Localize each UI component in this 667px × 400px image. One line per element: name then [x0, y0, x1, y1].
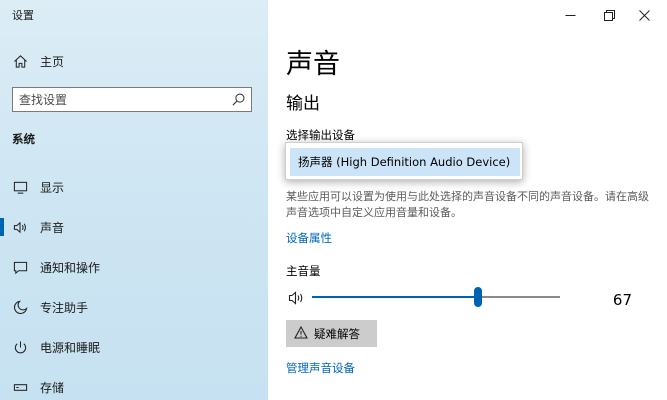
moon-icon — [12, 299, 28, 315]
search-icon[interactable] — [231, 92, 246, 107]
troubleshoot-button[interactable]: 疑难解答 — [286, 320, 377, 347]
sidebar-item-label: 通知和操作 — [40, 260, 101, 275]
volume-slider[interactable] — [312, 286, 562, 308]
search-input[interactable] — [13, 89, 213, 110]
sidebar-item-label: 存储 — [40, 380, 65, 395]
page-title: 声音 — [286, 49, 340, 80]
volume-icon[interactable] — [288, 290, 306, 306]
slider-thumb[interactable] — [474, 287, 483, 307]
sidebar-item-focus-assist[interactable]: 专注助手 — [0, 292, 268, 322]
sidebar-item-label: 电源和睡眠 — [40, 340, 101, 355]
sidebar-item-label: 专注助手 — [40, 300, 89, 315]
output-section-title: 输出 — [286, 94, 320, 114]
output-description: 某些应用可以设置为使用与此处选择的声音设备不同的声音设备。请在高级声音选项中自定… — [286, 190, 649, 219]
sidebar-item-storage[interactable]: 存储 — [0, 372, 268, 400]
manage-sound-devices-link[interactable]: 管理声音设备 — [286, 360, 355, 376]
speaker-icon — [12, 219, 28, 235]
dropdown-option-speaker[interactable]: 扬声器 (High Definition Audio Device) — [290, 148, 520, 176]
sidebar-item-notifications[interactable]: 通知和操作 — [0, 252, 268, 282]
output-device-dropdown[interactable]: 扬声器 (High Definition Audio Device) — [285, 142, 523, 180]
sidebar-item-power[interactable]: 电源和睡眠 — [0, 332, 268, 362]
output-device-label: 选择输出设备 — [286, 128, 355, 142]
close-icon — [639, 6, 650, 25]
minimize-icon — [565, 6, 576, 25]
sidebar-section-title: 系统 — [12, 132, 35, 146]
volume-value: 67 — [612, 291, 632, 309]
sidebar-item-sound[interactable]: 声音 — [0, 212, 268, 242]
power-icon — [12, 339, 28, 355]
slider-fill — [312, 296, 479, 298]
master-volume-label: 主音量 — [286, 264, 321, 278]
sidebar-item-label: 主页 — [40, 54, 65, 69]
restore-icon — [604, 6, 615, 25]
app-title: 设置 — [12, 9, 34, 22]
search-box[interactable] — [12, 87, 252, 112]
sidebar-item-display[interactable]: 显示 — [0, 172, 268, 202]
home-icon — [12, 53, 28, 69]
device-properties-link[interactable]: 设备属性 — [286, 230, 332, 246]
sidebar-item-label: 声音 — [40, 220, 65, 235]
sidebar: 设置 主页 系统 显示 声音 通知和操作 专注助手 — [0, 0, 268, 400]
warning-icon — [294, 324, 308, 343]
sidebar-item-label: 显示 — [40, 180, 65, 195]
sidebar-item-home[interactable]: 主页 — [0, 48, 268, 74]
display-icon — [12, 179, 28, 195]
notification-icon — [12, 259, 28, 275]
storage-icon — [12, 379, 28, 395]
close-button[interactable] — [622, 0, 667, 30]
troubleshoot-label: 疑难解答 — [314, 326, 360, 341]
